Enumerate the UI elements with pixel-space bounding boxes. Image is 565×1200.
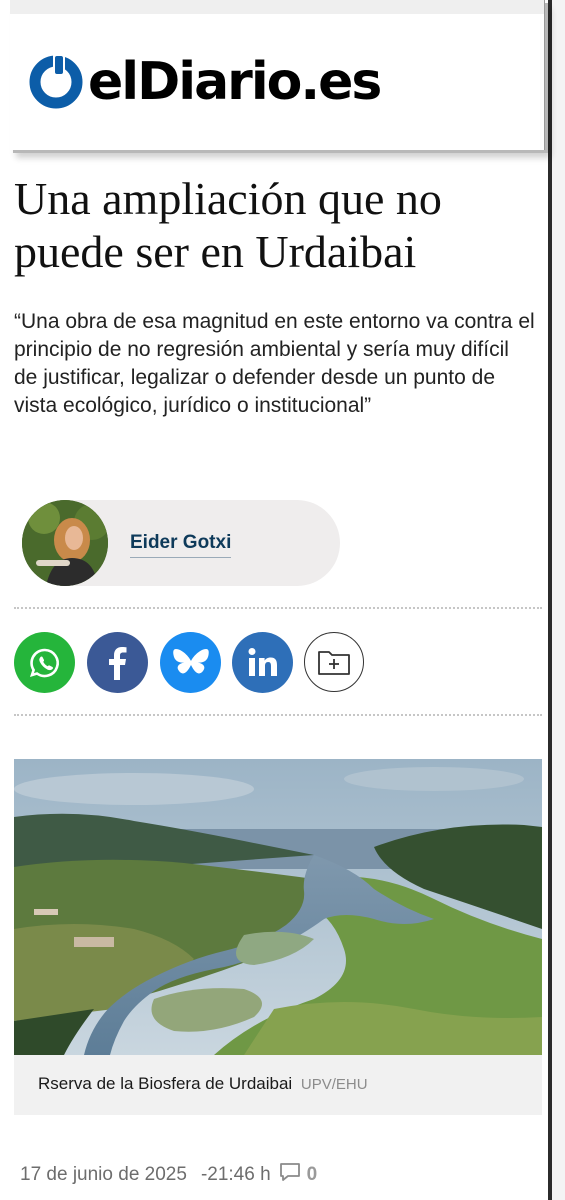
- photo-credit: UPV/EHU: [300, 1076, 368, 1093]
- share-whatsapp-button[interactable]: [14, 632, 75, 693]
- photo-caption: Rserva de la Biosfera de Urdaibai UPV/EH…: [38, 1074, 368, 1094]
- author-card[interactable]: Eider Gotxi: [22, 500, 340, 586]
- folder-add-icon: [318, 651, 350, 675]
- share-bluesky-button[interactable]: [160, 632, 221, 693]
- bluesky-icon: [172, 648, 209, 673]
- article-photo[interactable]: [14, 759, 542, 1055]
- article-lead: “Una obra de esa magnitud en este entorn…: [14, 310, 535, 417]
- site-header: elDiario.es: [10, 0, 545, 150]
- author-avatar: [22, 500, 108, 586]
- page-edge: [552, 0, 565, 1200]
- share-facebook-button[interactable]: [87, 632, 148, 693]
- article-headline: Una ampliación que no puede ser en Urdai…: [14, 173, 442, 277]
- photo-caption-box: Rserva de la Biosfera de Urdaibai UPV/EH…: [14, 1055, 542, 1115]
- brand-name: elDiario.es: [88, 52, 382, 112]
- linkedin-icon: [248, 647, 277, 676]
- share-linkedin-button[interactable]: [232, 632, 293, 693]
- site-logo[interactable]: elDiario.es: [28, 52, 382, 112]
- author-name-link[interactable]: Eider Gotxi: [130, 532, 232, 558]
- save-article-button[interactable]: [304, 632, 364, 692]
- divider: [14, 607, 542, 609]
- facebook-icon: [108, 646, 126, 680]
- caption-text: Rserva de la Biosfera de Urdaibai: [38, 1074, 293, 1093]
- divider: [14, 714, 542, 716]
- logo-mark-icon: [29, 54, 83, 109]
- header-topline: [10, 0, 544, 14]
- comment-count[interactable]: 0: [307, 1164, 318, 1186]
- whatsapp-icon: [29, 648, 59, 677]
- publish-date: 17 de junio de 2025: [20, 1164, 187, 1185]
- article-dateline: 17 de junio de 2025 -21:46 h 0: [20, 1162, 317, 1188]
- publish-time: -21:46 h: [200, 1164, 271, 1185]
- comment-icon[interactable]: [279, 1162, 301, 1188]
